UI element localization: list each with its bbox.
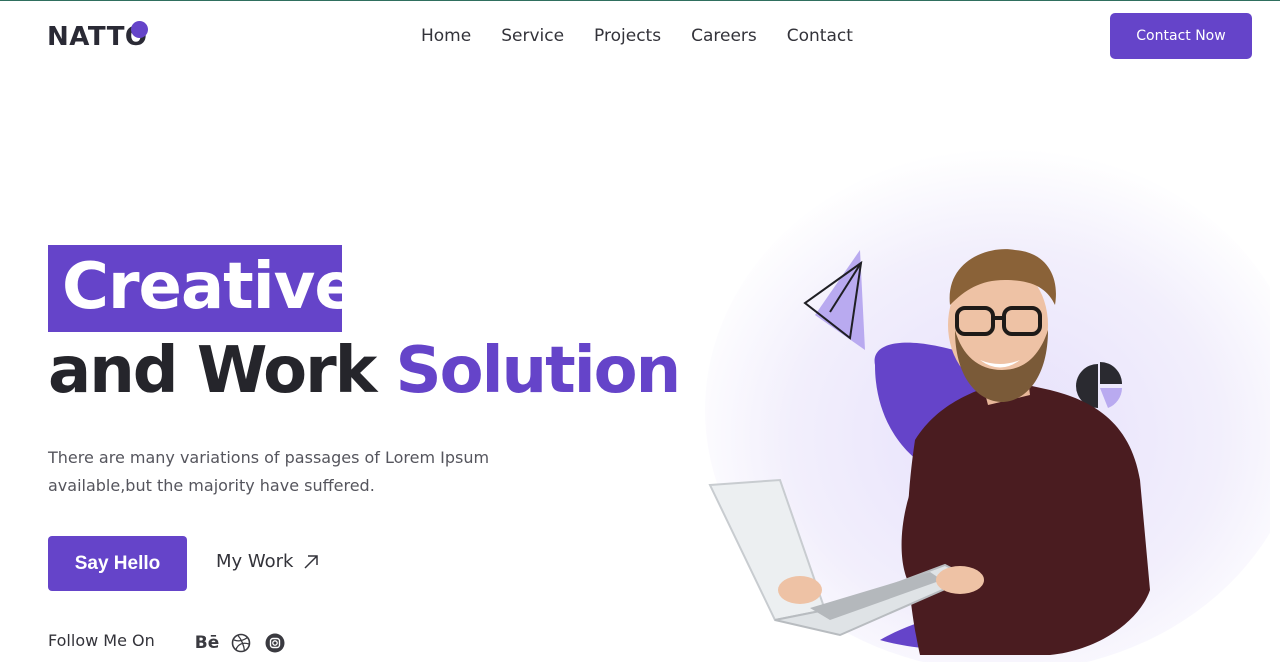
nav-home[interactable]: Home [421, 26, 471, 46]
main-nav: Home Service Projects Careers Contact [421, 26, 883, 46]
hero-description: There are many variations of passages of… [48, 448, 490, 495]
dribbble-icon[interactable] [230, 632, 252, 654]
headline-accent-text: Solution [395, 334, 682, 408]
contact-now-button[interactable]: Contact Now [1110, 13, 1252, 59]
hero-illustration [705, 148, 1270, 662]
headline-dark-text: and Work [48, 334, 377, 408]
behance-icon[interactable]: Bē [194, 632, 220, 654]
follow-label: Follow Me On [48, 631, 155, 650]
nav-contact[interactable]: Contact [787, 26, 853, 46]
my-work-label: My Work [216, 551, 294, 572]
logo-dot-icon [131, 21, 148, 38]
top-border [0, 0, 1280, 1]
nav-careers[interactable]: Careers [691, 26, 757, 46]
nav-projects[interactable]: Projects [594, 26, 661, 46]
behance-glyph: Bē [194, 633, 220, 653]
headline-highlight: Creative [62, 250, 358, 324]
nav-service[interactable]: Service [501, 26, 564, 46]
my-work-link[interactable]: My Work [216, 551, 319, 572]
instagram-icon[interactable] [264, 632, 286, 654]
headline-line2: and Work Solution [48, 334, 682, 408]
arrow-up-right-icon [304, 554, 319, 569]
say-hello-button[interactable]: Say Hello [48, 536, 187, 591]
social-links: Bē [194, 632, 286, 654]
